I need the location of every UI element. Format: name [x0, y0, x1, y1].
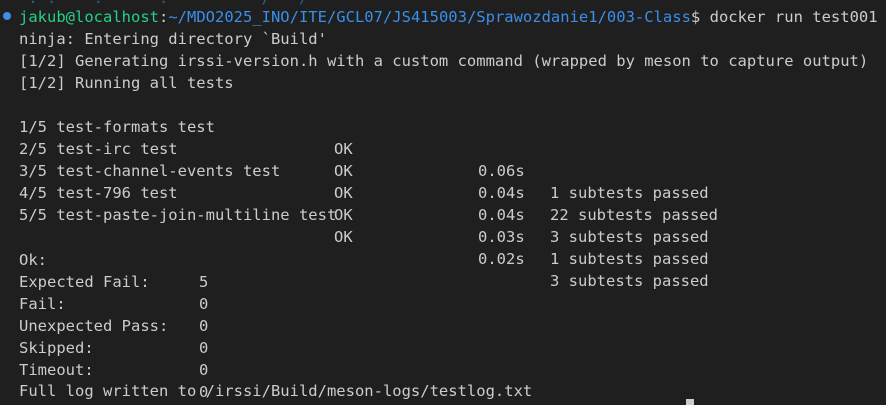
test-result: 3 subtests passed — [550, 272, 709, 290]
test-time: 0.04s — [478, 206, 525, 224]
terminal-cursor — [686, 399, 694, 405]
summary-row: Skipped: 0 — [19, 315, 319, 379]
summary-label: Timeout: — [19, 361, 94, 379]
summary-row: Ok: 5 — [19, 227, 319, 291]
test-time: 0.02s — [478, 250, 525, 268]
prompt-status-icon — [3, 12, 11, 20]
ninja-line: ninja: Entering directory `Build' — [19, 30, 327, 48]
summary-value: 0 — [199, 361, 209, 379]
prompt-symbol: $ — [690, 8, 701, 26]
test-result: 22 subtests passed — [550, 206, 718, 224]
summary-row: Fail: 0 — [19, 271, 319, 335]
prompt-separator: : — [158, 8, 169, 26]
test-result: 3 subtests passed — [550, 228, 709, 246]
prompt-user-host: jakub@localhost — [19, 8, 159, 26]
summary-row: Unexpected Pass: 0 — [19, 293, 319, 357]
summary-row: Timeout: 0 — [19, 337, 319, 401]
terminal-window[interactable]: . . . . / / jakub@localhost:~/MDO2025_IN… — [0, 0, 886, 405]
test-row: 2/5 test-irc test OK 0.04s 22 subtests p… — [19, 116, 879, 224]
test-time: 0.03s — [478, 228, 525, 246]
build-step-tests: [1/2] Running all tests — [19, 74, 234, 92]
summary-row: Expected Fail: 0 — [19, 249, 319, 313]
test-result: 1 subtests passed — [550, 250, 709, 268]
command-text: docker run test001 — [709, 8, 878, 26]
test-row: 1/5 test-formats test OK 0.06s 1 subtest… — [19, 94, 879, 202]
prompt-path: ~/MDO2025_INO/ITE/GCL07/JS415003/Sprawoz… — [168, 8, 691, 26]
test-name: 5/5 test-paste-join-multiline test — [19, 206, 337, 224]
log-path-line: Full log written to /irssi/Build/meson-l… — [19, 382, 533, 400]
test-status: OK — [334, 228, 353, 246]
test-status: OK — [334, 206, 353, 224]
command-line: jakub@localhost:~/MDO2025_INO/ITE/GCL07/… — [19, 6, 878, 28]
test-row: 3/5 test-channel-events test OK 0.04s 3 … — [19, 138, 879, 246]
test-row: 4/5 test-796 test OK 0.03s 1 subtests pa… — [19, 160, 879, 268]
test-row: 5/5 test-paste-join-multiline test OK 0.… — [19, 182, 879, 290]
build-step-generate: [1/2] Generating irssi-version.h with a … — [19, 52, 869, 70]
